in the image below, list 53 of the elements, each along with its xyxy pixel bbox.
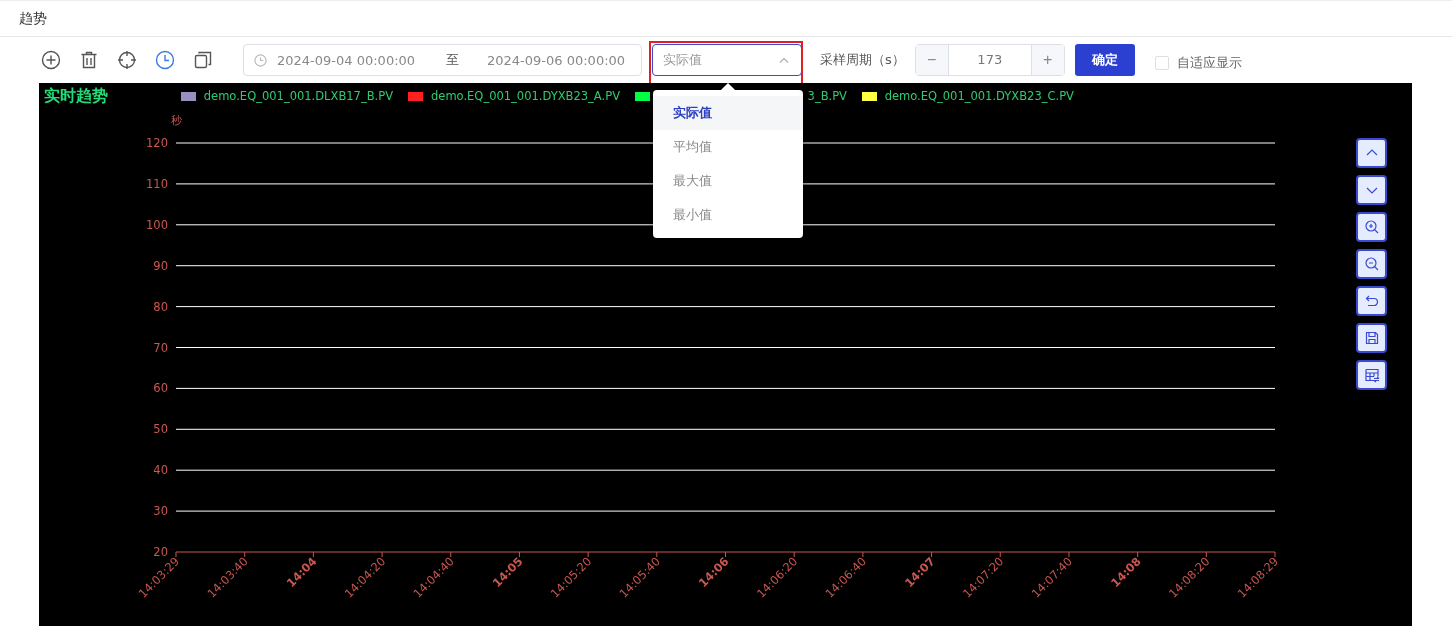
legend-label: demo.EQ_001_001.DYXB23_C.PV [884, 89, 1075, 103]
decrement-button[interactable]: − [915, 45, 948, 75]
y-tick-label: 100 [146, 217, 168, 232]
y-tick-label: 50 [153, 422, 168, 437]
save-icon [1363, 330, 1380, 346]
chart-title: 实时趋势 [44, 85, 109, 107]
y-tick-label: 70 [153, 340, 168, 355]
confirm-button[interactable]: 确定 [1074, 44, 1135, 76]
crosshair-icon [117, 50, 137, 70]
y-tick-label: 40 [153, 463, 168, 478]
y-tick-label: 80 [153, 299, 168, 314]
sample-period-stepper[interactable]: − 173 + [914, 44, 1065, 76]
chart-tool-button[interactable] [1356, 286, 1387, 316]
clock-icon [155, 50, 175, 70]
y-tick-label: 110 [146, 176, 168, 191]
sample-period-value: 173 [947, 45, 1032, 75]
chart-tool-button[interactable] [1356, 175, 1387, 205]
legend-label: 3_B.PV [807, 89, 848, 103]
dropdown-option[interactable]: 最大值 [653, 164, 803, 198]
chart-tool-button[interactable] [1356, 212, 1387, 242]
dropdown-option[interactable]: 最小值 [653, 198, 803, 232]
y-tick-label: 120 [146, 136, 168, 150]
checkbox[interactable] [1154, 56, 1169, 70]
legend-label: demo.EQ_001_001.DLXB17_B.PV [203, 89, 394, 103]
sample-period-label: 采样周期（s） [820, 51, 905, 69]
chart-tool-button[interactable] [1356, 138, 1387, 168]
undo-icon [1363, 293, 1380, 309]
dropdown-option[interactable]: 平均值 [653, 130, 803, 164]
chart-tool-button[interactable] [1356, 360, 1387, 390]
zoom-in-icon [1363, 219, 1380, 235]
zoom-out-icon [1363, 256, 1380, 272]
y-tick-label: 30 [153, 504, 168, 519]
start-date: 2024-09-04 00:00:00 [277, 52, 417, 68]
y-tick-label: 60 [153, 381, 168, 396]
range-separator: 至 [444, 51, 460, 69]
page-title: 趋势 [19, 9, 47, 28]
dropdown-option[interactable]: 实际值 [653, 96, 803, 130]
chart-tool-button[interactable] [1356, 323, 1387, 353]
y-axis-label: 秒 [170, 114, 182, 127]
auto-fit-label: 自适应显示 [1176, 54, 1242, 72]
y-tick-label: 90 [153, 258, 168, 273]
chart-tool-button[interactable] [1356, 249, 1387, 279]
legend-label: demo.EQ_001_001.DYXB23_A.PV [431, 89, 621, 103]
chevron-up-icon [779, 57, 789, 63]
trash-icon [79, 50, 99, 70]
copy-icon [193, 50, 213, 70]
plus-circle-icon [41, 50, 61, 70]
table-icon [1363, 367, 1380, 383]
end-date: 2024-09-06 00:00:00 [487, 52, 627, 68]
increment-button[interactable]: + [1031, 45, 1064, 75]
y-tick-label: 20 [153, 545, 168, 559]
clock-icon [254, 53, 267, 67]
date-range-field[interactable]: 2024-09-04 00:00:00 至 2024-09-06 00:00:00 [243, 44, 642, 76]
